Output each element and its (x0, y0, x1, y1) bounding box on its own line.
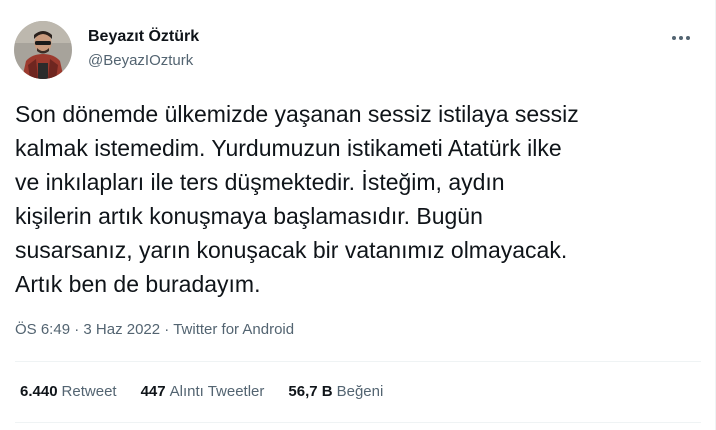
retweet-count-label: Retweet (61, 383, 117, 400)
tweet-text-line: kalmak istemedim. Yurdumuzun istikameti … (15, 135, 562, 161)
meta-separator: · (164, 321, 174, 338)
tweet-text-line: susarsanız, yarın konuşacak bir vatanımı… (15, 237, 568, 263)
tweet-text: Son dönemde ülkemizde yaşanan sessiz ist… (15, 97, 705, 301)
tweet-date[interactable]: 3 Haz 2022 (83, 321, 160, 338)
retweet-count-value: 6.440 (20, 383, 58, 400)
profile-photo (14, 21, 72, 79)
tweet-meta: ÖS 6:49 · 3 Haz 2022 · Twitter for Andro… (15, 321, 294, 338)
avatar[interactable] (14, 21, 72, 79)
retweet-count[interactable]: 6.440 Retweet (20, 383, 117, 400)
tweet-text-line: Artık ben de buradayım. (15, 271, 261, 297)
quote-tweet-count[interactable]: 447 Alıntı Tweetler (141, 383, 265, 400)
tweet-text-line: ve inkılapları ile ters düşmektedir. İst… (15, 169, 505, 195)
more-options-button[interactable] (664, 24, 698, 52)
tweet-time[interactable]: ÖS 6:49 (15, 321, 70, 338)
tweet-source[interactable]: Twitter for Android (173, 321, 294, 338)
quote-count-label: Alıntı Tweetler (169, 383, 265, 400)
author-handle[interactable]: @BeyazIOzturk (88, 52, 193, 69)
tweet-stats: 6.440 Retweet 447 Alıntı Tweetler 56,7 B Be… (20, 383, 383, 400)
quote-count-value: 447 (140, 383, 166, 400)
divider (15, 361, 701, 362)
like-count-value: 56,7 B (288, 383, 333, 400)
meta-separator: · (74, 321, 84, 338)
tweet-text-line: Son dönemde ülkemizde yaşanan sessiz ist… (15, 101, 579, 127)
like-count[interactable]: 56,7 B Beğeni (288, 383, 383, 400)
author-display-name[interactable]: Beyazıt Öztürk (88, 28, 199, 46)
like-count-label: Beğeni (336, 383, 384, 400)
tweet-text-line: kişilerin artık konuşmaya başlamasıdır. … (15, 203, 483, 229)
more-dots-icon (672, 36, 690, 40)
divider (15, 422, 701, 423)
tweet-card: Beyazıt Öztürk @BeyazIOzturk Son dönemde… (0, 0, 716, 430)
